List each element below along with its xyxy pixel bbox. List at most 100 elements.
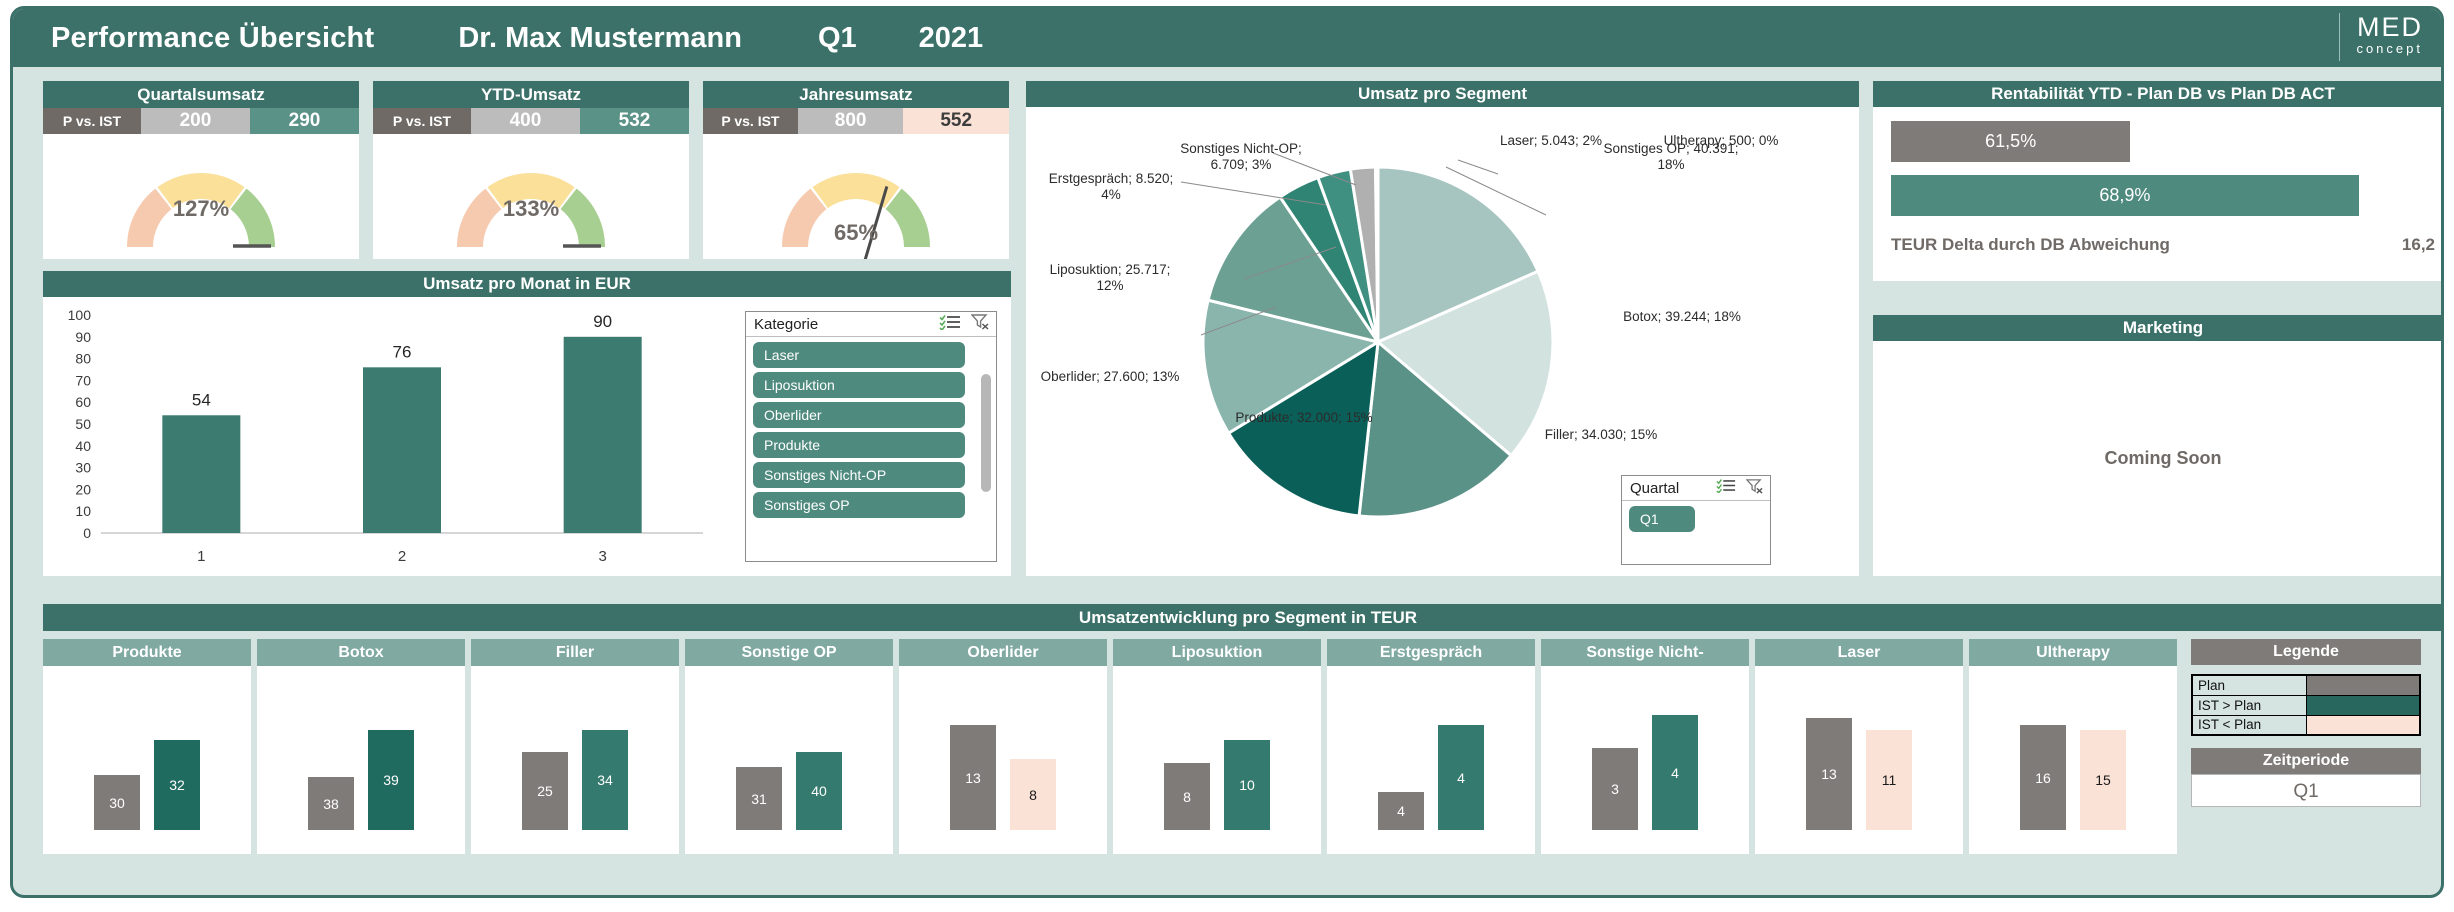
quartal-slicer[interactable]: Quartal Q1 [1621,475,1771,565]
segment-actual-bar: 15 [2080,730,2126,830]
profitability-act-bar: 68,9% [1891,175,2359,216]
kpi-card-title: YTD-Umsatz [373,81,689,108]
segment-revenue-title: Umsatz pro Segment [1026,81,1859,107]
segment-revenue-body: Sonstiges OP; 40.391; 18% Botox; 39.244; … [1026,107,1859,576]
kategorie-slicer-item[interactable]: Laser [753,342,965,368]
logo-sub: concept [2356,41,2423,56]
segment-card-title: Sonstige OP [685,639,893,666]
segment-card-chart: 30 32 [43,666,251,854]
clear-filter-icon[interactable] [970,313,990,335]
svg-text:30: 30 [75,460,91,476]
page-title: Performance Übersicht [51,21,375,54]
profitability-title: Rentabilität YTD - Plan DB vs Plan DB AC… [1873,81,2441,107]
kpi-gauge: 127% [43,134,359,259]
doctor-name: Dr. Max Mustermann [458,21,742,54]
svg-text:10: 10 [75,503,91,519]
quartal-slicer-item[interactable]: Q1 [1629,506,1695,532]
profitability-footer-value: 16,2 [2401,235,2435,254]
kpi-gauge: 65% [703,134,1009,264]
medconcept-logo: MED concept [2339,13,2423,61]
kategorie-slicer[interactable]: Kategorie Laser Liposuktion Oberlider Pr… [745,311,997,562]
multi-select-icon[interactable] [939,314,961,335]
segment-plan-bar: 31 [736,767,782,830]
kpi-plan-value: 400 [470,108,580,134]
monthly-revenue-body: 0 10 20 30 40 50 60 70 80 90 100 54 1 76 2 90 3 Kategori… [43,297,1011,576]
svg-text:70: 70 [75,372,91,388]
segment-actual-bar: 10 [1224,740,1270,830]
kategorie-slicer-item[interactable]: Sonstiges OP [753,492,965,518]
profitability-panel: Rentabilität YTD - Plan DB vs Plan DB AC… [1873,81,2441,281]
segment-card-title: Botox [257,639,465,666]
kpi-comparison-label: P vs. IST [703,108,798,134]
legend-box: Legende Plan IST > Plan IST < Plan Zeitper… [2191,639,2421,807]
quartal-slicer-items: Q1 [1622,501,1770,541]
pie-slice-label: Sonstiges Nicht-OP; 6.709; 3% [1180,141,1302,172]
svg-text:1: 1 [197,548,205,565]
kpi-card-1: Quartalsumsatz P vs. IST 200 290 127% [43,81,359,259]
legend-row-swatch [2305,694,2421,716]
segment-actual-bar: 4 [1652,715,1698,830]
segment-card: Filler 25 34 [471,639,679,854]
multi-select-icon[interactable] [1716,478,1736,498]
legend-row: IST < Plan [2191,714,2421,736]
kpi-comparison-label: P vs. IST [43,108,141,134]
legend-row: IST > Plan [2191,694,2421,716]
kpi-gauge-percent: 65% [833,220,879,245]
svg-text:40: 40 [75,438,91,454]
svg-text:50: 50 [75,416,91,432]
segment-card: Produkte 30 32 [43,639,251,854]
segment-plan-bar: 4 [1378,792,1424,830]
segment-actual-bar: 40 [796,752,842,830]
kpi-gauge-percent: 133% [502,196,560,221]
segment-plan-bar: 30 [94,775,140,830]
segment-card: Laser 13 11 [1755,639,1963,854]
kpi-values-row: P vs. IST 800 552 [703,108,1009,134]
svg-text:2: 2 [398,548,406,565]
legend-row: Plan [2191,674,2421,696]
segment-card-chart: 8 10 [1113,666,1321,854]
kategorie-slicer-item[interactable]: Liposuktion [753,372,965,398]
svg-text:90: 90 [75,329,91,345]
kpi-gauge: 133% [373,134,689,259]
legend-table: Plan IST > Plan IST < Plan [2191,674,2421,736]
kpi-actual-value: 532 [579,108,689,134]
segment-card-chart: 13 11 [1755,666,1963,854]
pie-slice-label: Oberlider; 27.600; 13% [1040,369,1180,384]
svg-text:54: 54 [192,390,211,409]
segment-card-title: Produkte [43,639,251,666]
segment-plan-bar: 13 [1806,718,1852,830]
kategorie-slicer-item[interactable]: Sonstiges Nicht-OP [753,462,965,488]
kategorie-slicer-header: Kategorie [746,312,996,337]
marketing-body: Coming Soon [1873,341,2441,576]
kategorie-slicer-scrollbar[interactable] [981,374,991,492]
segment-plan-bar: 38 [308,777,354,830]
segment-actual-bar: 11 [1866,730,1912,830]
segment-card-title: Oberlider [899,639,1107,666]
kpi-actual-value: 552 [903,108,1009,134]
kategorie-slicer-item[interactable]: Produkte [753,432,965,458]
kpi-values-row: P vs. IST 400 532 [373,108,689,134]
segment-actual-bar: 39 [368,730,414,830]
svg-text:20: 20 [75,481,91,497]
quartal-slicer-label: Quartal [1630,479,1680,497]
svg-text:100: 100 [68,307,92,323]
kategorie-slicer-item[interactable]: Oberlider [753,402,965,428]
segment-revenue-panel: Umsatz pro Segment Sonstiges OP; 40.391;… [1026,81,1859,576]
dashboard-root: Performance Übersicht Dr. Max Mustermann… [0,0,2454,912]
segment-development-title: Umsatzentwicklung pro Segment in TEUR [43,604,2441,631]
clear-filter-icon[interactable] [1745,478,1764,499]
pie-slice-label: Liposuktion; 25.717; 12% [1049,262,1171,293]
segment-card-title: Ultherapy [1969,639,2177,666]
monthly-revenue-title: Umsatz pro Monat in EUR [43,271,1011,297]
segment-card: Liposuktion 8 10 [1113,639,1321,854]
kategorie-slicer-items: Laser Liposuktion Oberlider Produkte Sonstig… [746,337,996,527]
profitability-footer-label: TEUR Delta durch DB Abweichung [1891,235,2170,254]
segment-plan-bar: 8 [1164,763,1210,830]
quartal-slicer-header: Quartal [1622,476,1770,501]
legend-row-swatch [2305,674,2421,696]
dashboard-header: Performance Übersicht Dr. Max Mustermann… [13,9,2441,67]
zeitperiode-value: Q1 [2191,774,2421,807]
segment-actual-bar: 32 [154,740,200,830]
kpi-actual-value: 290 [249,108,359,134]
pie-slice-label: Erstgespräch; 8.520; 4% [1048,171,1174,202]
